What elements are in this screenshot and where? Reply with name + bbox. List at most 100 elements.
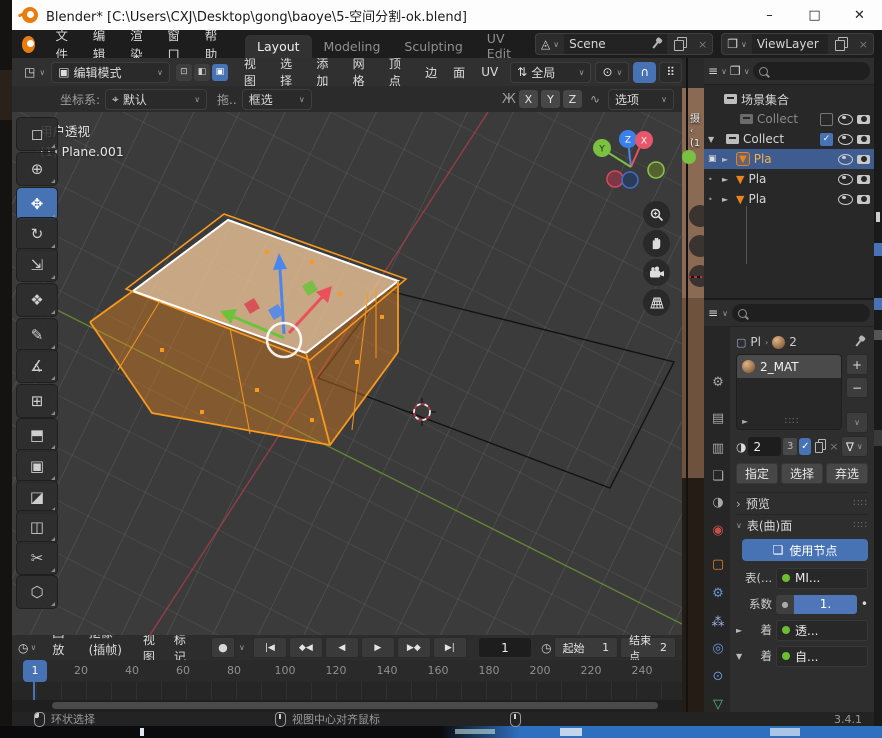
new-viewlayer-button[interactable] <box>828 34 854 54</box>
nodetree-dropdown[interactable]: ∇∨ <box>841 436 868 457</box>
pin-icon[interactable] <box>855 338 862 346</box>
outliner-row-plane-2[interactable]: • ► ▼ Pla <box>704 169 874 189</box>
tab-modifiers[interactable]: ⚙ <box>706 581 730 605</box>
expand-icon[interactable]: ► <box>742 417 748 426</box>
axis-minus-z-ball[interactable] <box>622 172 638 188</box>
remove-viewlayer-button[interactable]: × <box>854 34 873 54</box>
expand-icon[interactable]: ► <box>736 626 746 635</box>
play-reverse-button[interactable]: ◀ <box>325 637 359 658</box>
factor-slider[interactable]: ● 1. <box>776 595 857 614</box>
pin-icon[interactable] <box>652 40 659 48</box>
exclude-checkbox[interactable] <box>820 113 833 126</box>
extrude-region-tool[interactable]: ⬒ <box>16 418 58 452</box>
editor-type-button[interactable]: ◳∨ <box>18 63 51 82</box>
assign-button[interactable]: 指定 <box>736 463 778 484</box>
tab-object-data[interactable]: ▽ <box>706 692 730 714</box>
tab-world[interactable]: ◉ <box>706 518 730 542</box>
minimize-button[interactable]: – <box>747 0 792 30</box>
viewport-menu-面[interactable]: 面 <box>445 64 473 81</box>
remove-slot-button[interactable]: − <box>846 377 868 398</box>
eye-icon[interactable] <box>838 134 853 145</box>
slot-specials-button[interactable]: ∨ <box>846 412 868 433</box>
breadcrumb-object[interactable]: Pl <box>750 335 761 349</box>
camera-visibility-icon[interactable] <box>857 195 870 204</box>
new-material-icon[interactable] <box>815 442 823 453</box>
falloff-icon[interactable]: ∿ <box>590 92 600 106</box>
annotate-tool[interactable]: ✎ <box>16 318 58 352</box>
browse-material-icon[interactable]: ◑ <box>736 440 746 454</box>
drag-dropdown[interactable]: 框选 ∨ <box>242 89 312 110</box>
bevel-tool[interactable]: ◪ <box>16 480 58 514</box>
add-cube-tool[interactable]: ⊞ <box>16 384 58 418</box>
orientation-dropdown[interactable]: ⇅ 全局 ∨ <box>510 62 591 83</box>
rotate-tool[interactable]: ↻ <box>16 217 58 251</box>
collapse-icon[interactable]: ▼ <box>736 652 746 661</box>
edge-select-button[interactable]: ◧ <box>194 64 210 81</box>
tab-scene[interactable]: ◑ <box>706 490 730 514</box>
shader-dropdown[interactable]: 透... <box>776 620 868 641</box>
outliner-row-collection-2[interactable]: ▼ Collect ✓ <box>704 129 874 149</box>
current-frame-field[interactable]: 1 <box>479 638 531 657</box>
filter-icon[interactable]: ≡ <box>708 64 718 78</box>
users-count-badge[interactable]: 3 <box>783 438 797 455</box>
unlink-scene-button[interactable]: × <box>693 34 712 54</box>
outliner-search-input[interactable] <box>753 62 870 80</box>
panel-grip[interactable]: ∷∷ <box>853 520 868 531</box>
maximize-button[interactable]: □ <box>792 0 837 30</box>
display-mode-icon[interactable]: ❐ <box>730 64 741 78</box>
close-button[interactable]: ✕ <box>837 0 882 30</box>
camera-visibility-icon[interactable] <box>857 155 870 164</box>
properties-search-input[interactable] <box>732 304 870 322</box>
eye-icon[interactable] <box>838 154 853 165</box>
inset-faces-tool[interactable]: ▣ <box>16 449 58 483</box>
viewlayer-name-field[interactable]: ViewLayer <box>752 34 828 54</box>
tweak-select-tool[interactable]: ◻ <box>16 117 58 151</box>
face-select-button[interactable]: ▣ <box>212 64 228 81</box>
outliner-row-plane-3[interactable]: • ► ▼ Pla <box>704 189 874 209</box>
jump-start-button[interactable]: |◀ <box>253 637 287 658</box>
transform-tool[interactable]: ❖ <box>16 283 58 317</box>
shader-dropdown[interactable]: MI... <box>776 568 868 589</box>
viewport-menu-选择[interactable]: 选择 <box>272 55 308 89</box>
mirror-x-button[interactable]: X <box>519 90 538 108</box>
axis-minus-x-ball[interactable] <box>607 171 623 187</box>
timeline-track[interactable] <box>12 682 682 700</box>
frame-end-field[interactable]: 结束点2 <box>620 637 676 658</box>
material-slot-active[interactable]: 2_MAT <box>737 355 841 378</box>
resize-grip[interactable]: ∷∷ <box>785 416 800 427</box>
mirror-icon[interactable]: Ж <box>502 92 516 107</box>
slider-knob-icon[interactable]: ● <box>776 595 794 614</box>
cursor-tool[interactable]: ⊕ <box>16 152 58 186</box>
camera-visibility-icon[interactable] <box>857 135 870 144</box>
properties-editor-icon[interactable]: ≡ <box>708 306 718 320</box>
snap-settings-button[interactable]: ⠿ <box>659 62 682 83</box>
outliner-row-plane-active[interactable]: ▣ ► ▼ Pla <box>704 149 874 169</box>
viewport-menu-顶点[interactable]: 顶点 <box>381 55 417 89</box>
move-tool[interactable]: ✥ <box>16 187 58 221</box>
measure-tool[interactable]: ∡ <box>16 349 58 383</box>
coord-dropdown[interactable]: ⌖ 默认 ∨ <box>105 89 207 110</box>
jump-end-button[interactable]: ▶| <box>433 637 467 658</box>
panel-grip[interactable]: ∷∷ <box>853 498 868 509</box>
perspective-toggle-button[interactable] <box>643 289 670 316</box>
camera-visibility-icon[interactable] <box>857 175 870 184</box>
knife-tool[interactable]: ✂ <box>16 541 58 575</box>
viewport-menu-添加[interactable]: 添加 <box>308 55 344 89</box>
tab-object[interactable]: ▢ <box>706 552 730 576</box>
scale-tool[interactable]: ⇲ <box>16 248 58 282</box>
mirror-y-button[interactable]: Y <box>541 90 560 108</box>
eye-icon[interactable] <box>838 194 853 205</box>
mode-dropdown[interactable]: ▣ 编辑模式 ∨ <box>51 62 170 83</box>
options-dropdown[interactable]: 选项 ∨ <box>608 89 674 110</box>
prev-keyframe-button[interactable]: ◆◀ <box>289 637 323 658</box>
scrollbar-thumb[interactable] <box>52 702 658 709</box>
tab-tool[interactable]: ⚙ <box>706 370 730 394</box>
viewport-menu-网格[interactable]: 网格 <box>345 55 381 89</box>
shader-dropdown[interactable]: 自... <box>776 646 868 667</box>
material-name-field[interactable]: 2 <box>748 437 780 456</box>
next-keyframe-button[interactable]: ▶◆ <box>397 637 431 658</box>
pivot-dropdown[interactable]: ⊙∨ <box>595 62 629 83</box>
viewport-menu-视图[interactable]: 视图 <box>236 55 272 89</box>
tab-physics[interactable]: ◎ <box>706 636 730 660</box>
zoom-button[interactable] <box>643 201 670 228</box>
